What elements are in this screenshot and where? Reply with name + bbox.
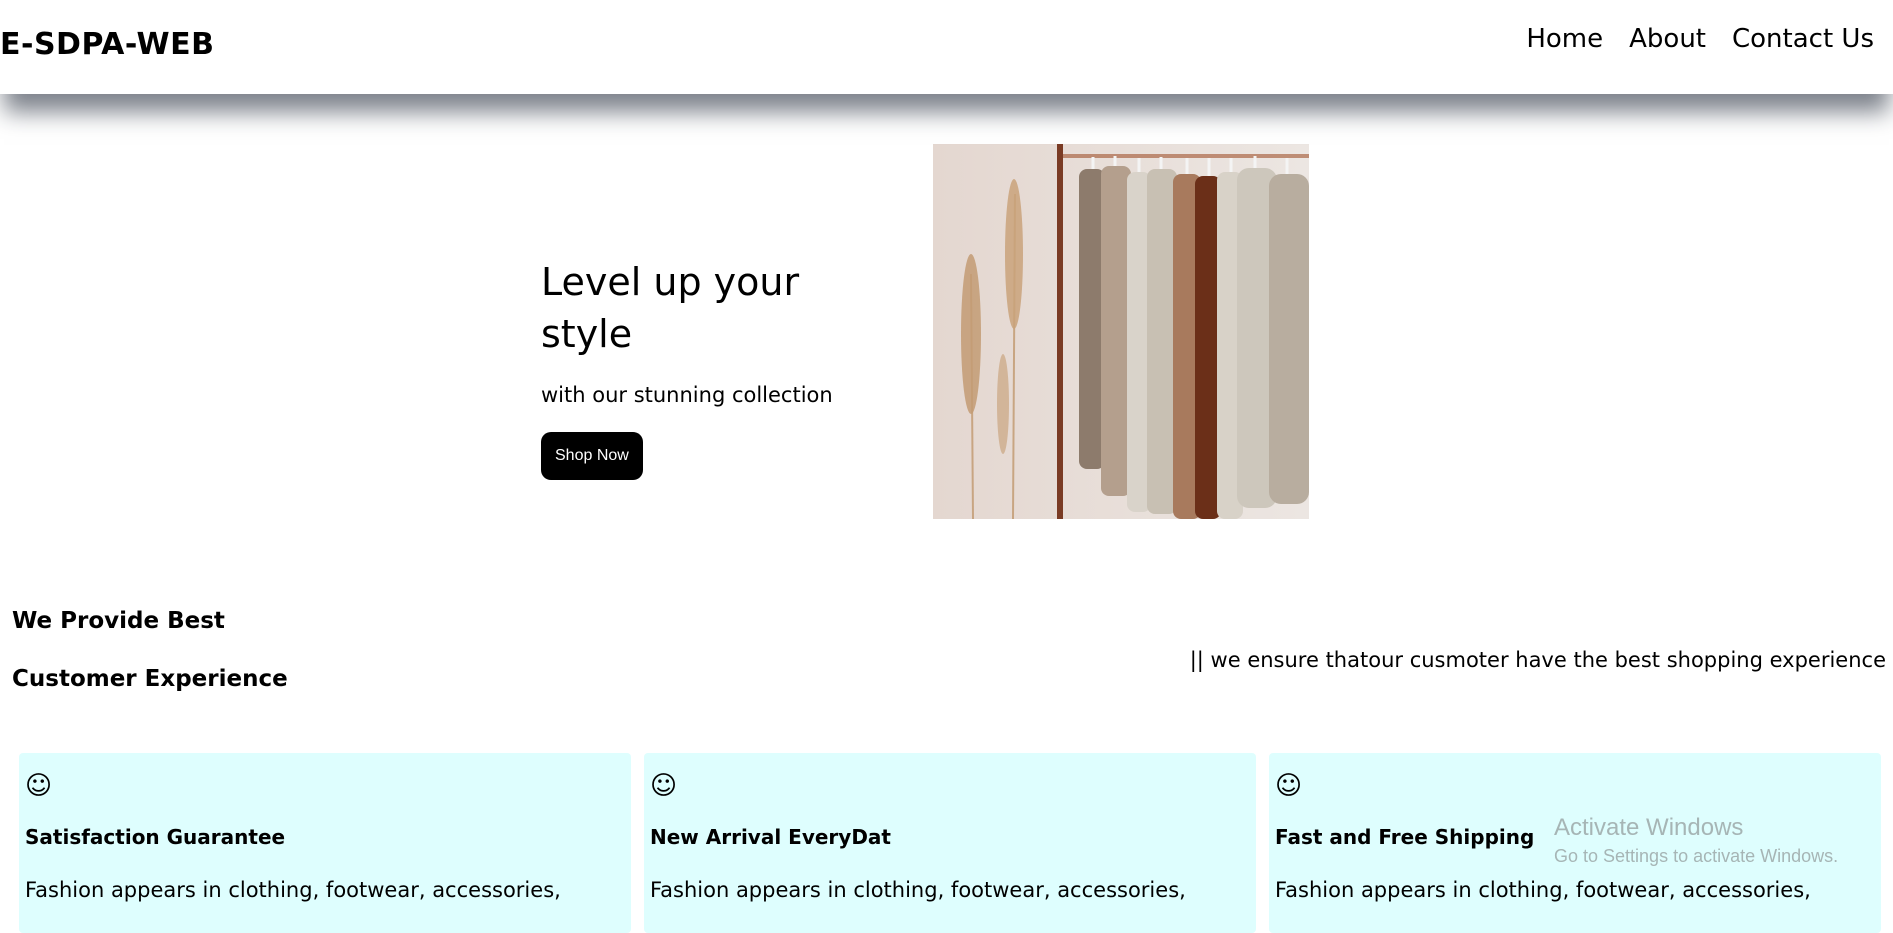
- card-text: Fashion appears in clothing, footwear, a…: [650, 878, 1186, 902]
- card-title: Satisfaction Guarantee: [25, 825, 286, 849]
- experience-heading: We Provide Best Customer Experience: [12, 604, 288, 696]
- shop-now-button[interactable]: Shop Now: [541, 432, 643, 480]
- activate-windows-watermark: Activate Windows Go to Settings to activ…: [1554, 813, 1838, 869]
- site-logo[interactable]: E-SDPA-WEB: [0, 27, 214, 62]
- nav-link-about[interactable]: About: [1629, 24, 1706, 54]
- smiley-icon: ☺: [650, 771, 678, 801]
- card-text: Fashion appears in clothing, footwear, a…: [1275, 878, 1811, 902]
- feature-card-new-arrival: ☺ New Arrival EveryDat Fashion appears i…: [644, 753, 1256, 933]
- hero-subtitle: with our stunning collection: [541, 383, 833, 407]
- main-nav: Home About Contact Us: [1526, 24, 1874, 54]
- card-title: New Arrival EveryDat: [650, 825, 891, 849]
- nav-link-contact[interactable]: Contact Us: [1732, 24, 1874, 54]
- smiley-icon: ☺: [25, 771, 53, 801]
- experience-heading-line2: Customer Experience: [12, 666, 288, 692]
- nav-link-home[interactable]: Home: [1526, 24, 1603, 54]
- card-text: Fashion appears in clothing, footwear, a…: [25, 878, 561, 902]
- site-header: E-SDPA-WEB Home About Contact Us: [0, 0, 1893, 94]
- watermark-subtitle: Go to Settings to activate Windows.: [1554, 846, 1839, 866]
- smiley-icon: ☺: [1275, 771, 1303, 801]
- feature-card-satisfaction: ☺ Satisfaction Guarantee Fashion appears…: [19, 753, 631, 933]
- experience-tagline: || we ensure thatour cusmoter have the b…: [1189, 648, 1886, 672]
- hero-text-block: Level up your style with our stunning co…: [541, 256, 901, 480]
- hero-title: Level up your style: [541, 260, 800, 356]
- watermark-title: Activate Windows: [1554, 814, 1744, 841]
- clothing-rack-image: [933, 144, 1309, 519]
- experience-heading-line1: We Provide Best: [12, 608, 225, 634]
